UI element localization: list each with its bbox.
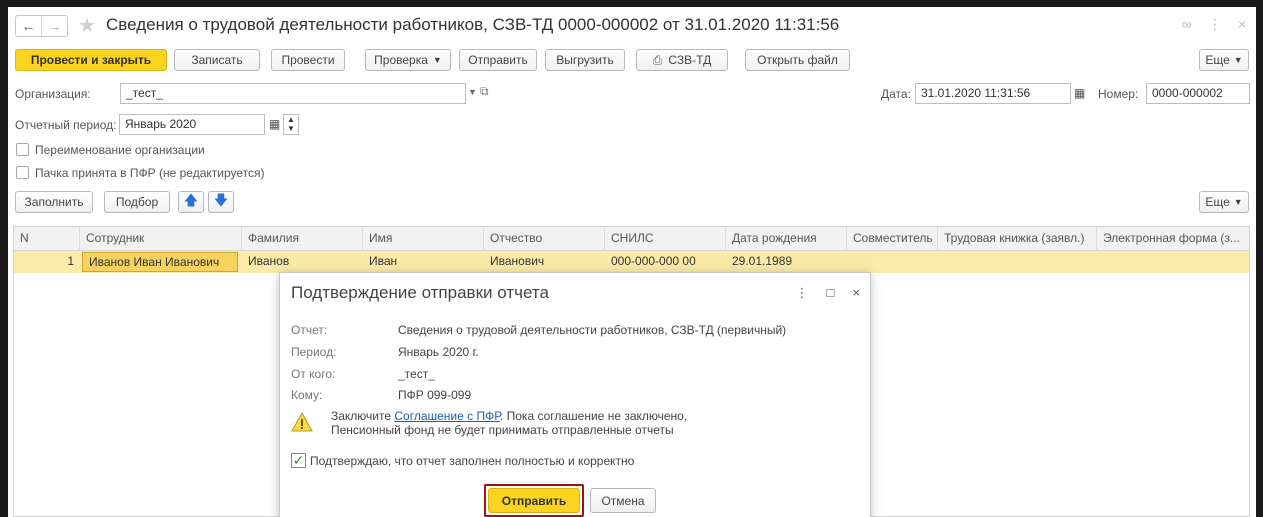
export-button[interactable]: Выгрузить xyxy=(545,49,625,71)
organization-field[interactable]: _тест_ xyxy=(120,83,466,104)
rename-org-checkbox[interactable] xyxy=(16,143,29,156)
report-value: Сведения о трудовой деятельности работни… xyxy=(398,323,787,337)
from-label: От кого: xyxy=(291,367,336,381)
period-value: Январь 2020 г. xyxy=(398,345,479,359)
column-header[interactable]: N xyxy=(14,227,80,251)
snils-cell[interactable]: 000-000-000 00 xyxy=(605,251,726,273)
warning-text-line1: Заключите Соглашение с ПФР. Пока соглаше… xyxy=(331,409,687,423)
nav-buttons: ← → xyxy=(15,15,68,37)
warning-suffix: . Пока соглашение не заключено, xyxy=(499,409,688,423)
move-up-icon[interactable]: 🡅 xyxy=(178,191,204,213)
chevron-down-icon: ▼ xyxy=(1233,55,1243,65)
warning-icon xyxy=(291,412,313,432)
open-file-button[interactable]: Открыть файл xyxy=(745,49,850,71)
birth-date-cell[interactable]: 29.01.1989 xyxy=(726,251,847,273)
report-label: Отчет: xyxy=(291,323,328,337)
print-label: СЗВ-ТД xyxy=(668,53,712,67)
send-highlight: Отправить xyxy=(484,484,584,517)
forward-arrow-icon[interactable]: → xyxy=(41,16,67,36)
post-button[interactable]: Провести xyxy=(271,49,345,71)
more-label: Еще xyxy=(1205,53,1230,67)
number-field[interactable]: 0000-000002 xyxy=(1146,83,1250,104)
confirm-checkbox[interactable]: ✓ xyxy=(291,453,306,468)
move-down-icon[interactable]: 🡇 xyxy=(208,191,234,213)
column-header[interactable]: Трудовая книжка (заявл.) xyxy=(938,227,1097,251)
date-label: Дата: xyxy=(881,87,911,101)
organization-label: Организация: xyxy=(15,87,91,101)
table-more-label: Еще xyxy=(1205,195,1230,209)
dialog-title: Подтверждение отправки отчета xyxy=(291,283,549,302)
column-header[interactable]: Дата рождения xyxy=(726,227,847,251)
send-button[interactable]: Отправить xyxy=(459,49,537,71)
favorite-star-icon[interactable]: ★ xyxy=(78,13,96,38)
column-header[interactable]: Сотрудник xyxy=(80,227,242,251)
pfr-accepted-checkbox[interactable] xyxy=(16,166,29,179)
last-name-cell[interactable]: Иванов xyxy=(242,251,363,273)
select-button[interactable]: Подбор xyxy=(104,191,170,213)
more-vertical-icon[interactable]: ⋮ xyxy=(796,285,809,301)
column-header[interactable]: Фамилия xyxy=(242,227,363,251)
to-value: ПФР 099-099 xyxy=(398,388,472,402)
column-header[interactable]: Электронная форма (з... xyxy=(1097,227,1250,251)
calendar-icon[interactable]: ▦ xyxy=(1074,86,1085,100)
from-value: _тест_ xyxy=(398,367,435,381)
warning-prefix: Заключите xyxy=(331,409,395,423)
fill-button[interactable]: Заполнить xyxy=(15,191,93,213)
dialog-send-button[interactable]: Отправить xyxy=(488,488,580,513)
close-icon[interactable]: × xyxy=(852,285,860,301)
column-header[interactable]: Имя xyxy=(363,227,484,251)
more-vertical-icon[interactable]: ⋮ xyxy=(1208,16,1222,33)
back-arrow-icon[interactable]: ← xyxy=(16,16,41,36)
more-button[interactable]: Еще ▼ xyxy=(1199,49,1249,71)
agreement-link[interactable]: Соглашение с ПФР xyxy=(394,409,500,423)
open-icon[interactable]: ⧉ xyxy=(480,84,489,99)
dialog-title-actions: ⋮ □ × xyxy=(796,285,860,301)
print-button[interactable]: ⎙ СЗВ-ТД xyxy=(636,49,728,71)
table-row[interactable]: 1 Иванов Иван Иванович Иванов Иван Ивано… xyxy=(14,251,1249,273)
close-icon[interactable]: × xyxy=(1238,16,1246,33)
post-and-close-button[interactable]: Провести и закрыть xyxy=(15,49,167,71)
window-title: Сведения о трудовой деятельности работни… xyxy=(106,15,840,34)
column-header[interactable]: Отчество xyxy=(484,227,605,251)
save-button[interactable]: Записать xyxy=(174,49,260,71)
dialog-cancel-button[interactable]: Отмена xyxy=(590,488,656,513)
title-actions: ∞ ⋮ × xyxy=(1182,16,1246,33)
maximize-icon[interactable]: □ xyxy=(827,285,835,301)
printer-icon: ⎙ xyxy=(652,52,663,67)
column-header[interactable]: Совместитель xyxy=(847,227,938,251)
rename-org-label: Переименование организации xyxy=(35,143,205,157)
first-name-cell[interactable]: Иван xyxy=(363,251,484,273)
column-header[interactable]: СНИЛС xyxy=(605,227,726,251)
link-icon[interactable]: ∞ xyxy=(1182,16,1192,33)
chevron-down-icon: ▼ xyxy=(1233,197,1243,207)
check-dropdown-button[interactable]: Проверка ▼ xyxy=(365,49,451,71)
confirm-label: Подтверждаю, что отчет заполнен полность… xyxy=(310,454,635,468)
employee-cell[interactable]: Иванов Иван Иванович xyxy=(82,252,238,272)
number-label: Номер: xyxy=(1098,87,1139,101)
to-label: Кому: xyxy=(291,388,323,402)
check-label: Проверка xyxy=(374,53,428,67)
pfr-accepted-label: Пачка принята в ПФР (не редактируется) xyxy=(35,166,265,180)
chevron-down-icon: ▼ xyxy=(432,55,442,65)
period-field[interactable]: Январь 2020 xyxy=(119,114,265,135)
date-field[interactable]: 31.01.2020 11:31:56 xyxy=(915,83,1071,104)
table-more-button[interactable]: Еще ▼ xyxy=(1199,191,1249,213)
period-label: Отчетный период: xyxy=(15,118,117,132)
row-number: 1 xyxy=(67,254,74,268)
period-label: Период: xyxy=(291,345,337,359)
dropdown-icon[interactable]: ▼ xyxy=(468,87,477,97)
send-confirmation-dialog: Подтверждение отправки отчета ⋮ □ × Отче… xyxy=(279,272,871,517)
calendar-icon[interactable]: ▦ xyxy=(269,117,280,131)
patronymic-cell[interactable]: Иванович xyxy=(484,251,605,273)
period-stepper[interactable]: ▲ ▼ xyxy=(283,114,299,135)
table-header: N Сотрудник Фамилия Имя Отчество СНИЛС Д… xyxy=(14,227,1249,251)
document-window: ← → ★ Сведения о трудовой деятельности р… xyxy=(8,7,1256,517)
warning-text-line2: Пенсионный фонд не будет принимать отпра… xyxy=(331,423,674,437)
